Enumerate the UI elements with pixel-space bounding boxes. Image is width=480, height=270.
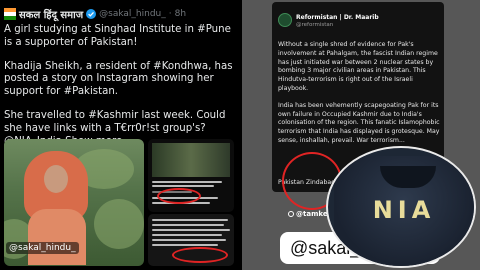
- profile-icon: [288, 211, 294, 217]
- nia-label: NIA: [372, 196, 436, 224]
- verified-badge-icon: [86, 9, 97, 19]
- image-watermark: @sakal_hindu_: [6, 242, 79, 254]
- tweet-panel: सकल हिंदू समाज @sakal_hindu_ · 8h A girl…: [0, 0, 238, 270]
- tweet-paragraph: A girl studying at Singhad Institute in …: [4, 24, 231, 48]
- post-account-handle: @reformistan: [296, 22, 334, 28]
- nia-inset-image: NIA: [326, 146, 476, 268]
- post-paragraph: India has been vehemently scapegoating P…: [278, 101, 440, 144]
- post-paragraph: Without a single shred of evidence for P…: [278, 41, 438, 92]
- india-flag-icon: [4, 8, 16, 20]
- post-body: Without a single shred of evidence for P…: [278, 41, 440, 154]
- tweet-header: सकल हिंदू समाज @sakal_hindu_ · 8h: [4, 4, 234, 24]
- tweet-screenshot-b[interactable]: [148, 214, 234, 266]
- tweet-separator: ·: [168, 9, 172, 19]
- highlight-ring: [157, 188, 201, 204]
- post-account-name: Reformistan | Dr. Maarib: [296, 14, 379, 21]
- tweet-display-name[interactable]: सकल हिंदू समाज: [19, 7, 83, 21]
- tweet-time[interactable]: 8h: [175, 9, 186, 19]
- tweet-screenshot-a[interactable]: [148, 139, 234, 212]
- tweet-handle[interactable]: @sakal_hindu_: [99, 9, 166, 19]
- tweet-paragraph: Khadija Sheikh, a resident of #Kondhwa, …: [4, 60, 233, 98]
- account-avatar: [278, 13, 292, 27]
- highlight-ring: [172, 247, 228, 263]
